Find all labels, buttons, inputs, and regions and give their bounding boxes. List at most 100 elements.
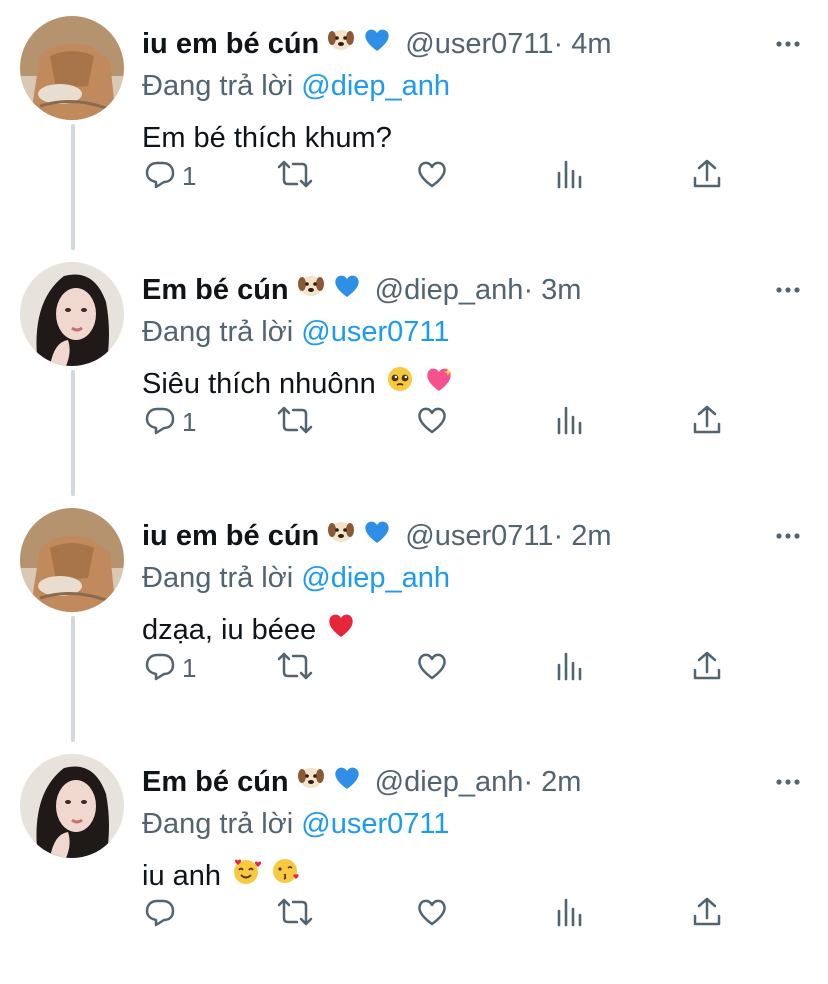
share-icon[interactable] [692,896,722,933]
tweet-text: dzạa, iu béee [142,610,804,650]
share-button[interactable] [692,154,722,198]
replying-label: Đang trả lời [142,316,302,348]
like-icon[interactable] [416,651,448,686]
blue-heart-emoji [363,24,391,64]
woman-avatar[interactable] [20,754,124,858]
sparkling-heart-emoji [424,364,454,404]
share-icon[interactable] [692,404,722,441]
tweet-text: Siêu thích nhuônn [142,364,804,404]
reply-icon[interactable] [144,404,176,441]
reply-button[interactable]: 1 [144,646,196,690]
dog-face-emoji [297,762,325,802]
tweet-time[interactable]: · 3m [523,270,581,310]
replying-mention[interactable]: @user0711 [301,316,449,348]
share-button[interactable] [692,400,722,444]
tweet-text-content: dzạa, iu béee [142,614,317,646]
reply-icon[interactable] [144,158,176,195]
retweet-button[interactable] [276,892,314,936]
retweet-icon[interactable] [276,158,314,195]
smiling-face-with-hearts-emoji [231,856,262,896]
tweet-actions: 1 [0,154,828,198]
replying-to: Đang trả lời @diep_anh [142,558,804,598]
reply-button[interactable]: 1 [144,154,196,198]
author-name[interactable]: Em bé cún [142,270,289,310]
retweet-button[interactable] [276,646,314,690]
tweet-thread: iu em bé cún @user0711 · 4m Đang trả lời… [0,0,828,965]
replying-label: Đang trả lời [142,562,302,594]
author-handle[interactable]: @user0711 [405,24,553,64]
tweet-time[interactable]: · 2m [523,762,581,802]
tweet-time[interactable]: · 4m [553,24,611,64]
like-icon[interactable] [416,897,448,932]
tweet-text: iu anh [142,856,804,896]
red-heart-emoji [326,610,356,650]
replying-mention[interactable]: @user0711 [301,808,449,840]
retweet-button[interactable] [276,400,314,444]
man-avatar[interactable] [20,16,124,120]
retweet-icon[interactable] [276,896,314,933]
analytics-icon[interactable] [556,405,584,440]
like-button[interactable] [416,400,448,444]
analytics-button[interactable] [556,892,584,936]
retweet-icon[interactable] [276,404,314,441]
analytics-button[interactable] [556,154,584,198]
blue-heart-emoji [333,762,361,802]
share-button[interactable] [692,892,722,936]
tweet[interactable]: Em bé cún @diep_anh · 2m Đang trả lời @u… [0,738,828,984]
retweet-button[interactable] [276,154,314,198]
replying-label: Đang trả lời [142,808,302,840]
replying-mention[interactable]: @diep_anh [301,562,450,594]
author-handle[interactable]: @diep_anh [375,762,524,802]
dog-face-emoji [297,270,325,310]
blue-heart-emoji [363,516,391,556]
like-button[interactable] [416,154,448,198]
retweet-icon[interactable] [276,650,314,687]
analytics-button[interactable] [556,400,584,444]
tweet-text-content: Siêu thích nhuônn [142,368,376,400]
like-icon[interactable] [416,405,448,440]
reply-button[interactable] [144,892,182,936]
dog-face-emoji [327,24,355,64]
share-button[interactable] [692,646,722,690]
tweet[interactable]: iu em bé cún @user0711 · 4m Đang trả lời… [0,0,828,246]
replying-label: Đang trả lời [142,70,302,102]
analytics-icon[interactable] [556,897,584,932]
author-name[interactable]: iu em bé cún [142,24,319,64]
share-icon[interactable] [692,650,722,687]
pleading-face-emoji [386,364,414,404]
tweet-text-content: iu anh [142,860,222,892]
share-icon[interactable] [692,158,722,195]
tweet[interactable]: iu em bé cún @user0711 · 2m Đang trả lời… [0,492,828,738]
reply-count: 1 [182,160,197,191]
tweet-actions: 1 [0,400,828,444]
replying-to: Đang trả lời @user0711 [142,312,804,352]
blue-heart-emoji [333,270,361,310]
analytics-icon[interactable] [556,159,584,194]
replying-to: Đang trả lời @diep_anh [142,66,804,106]
analytics-icon[interactable] [556,651,584,686]
analytics-button[interactable] [556,646,584,690]
replying-mention[interactable]: @diep_anh [301,70,450,102]
like-button[interactable] [416,646,448,690]
tweet[interactable]: Em bé cún @diep_anh · 3m Đang trả lời @u… [0,246,828,492]
man-avatar[interactable] [20,508,124,612]
dog-face-emoji [327,516,355,556]
reply-icon[interactable] [144,896,176,933]
woman-avatar[interactable] [20,262,124,366]
author-handle[interactable]: @user0711 [405,516,553,556]
reply-icon[interactable] [144,650,176,687]
tweet-actions: 1 [0,646,828,690]
author-handle[interactable]: @diep_anh [375,270,524,310]
author-name[interactable]: iu em bé cún [142,516,319,556]
tweet-text-content: Em bé thích khum? [142,122,392,154]
author-name[interactable]: Em bé cún [142,762,289,802]
more-icon[interactable] [772,270,804,310]
more-icon[interactable] [772,24,804,64]
tweet-actions [0,892,828,936]
like-icon[interactable] [416,159,448,194]
reply-button[interactable]: 1 [144,400,196,444]
more-icon[interactable] [772,762,804,802]
tweet-time[interactable]: · 2m [553,516,611,556]
like-button[interactable] [416,892,448,936]
more-icon[interactable] [772,516,804,556]
